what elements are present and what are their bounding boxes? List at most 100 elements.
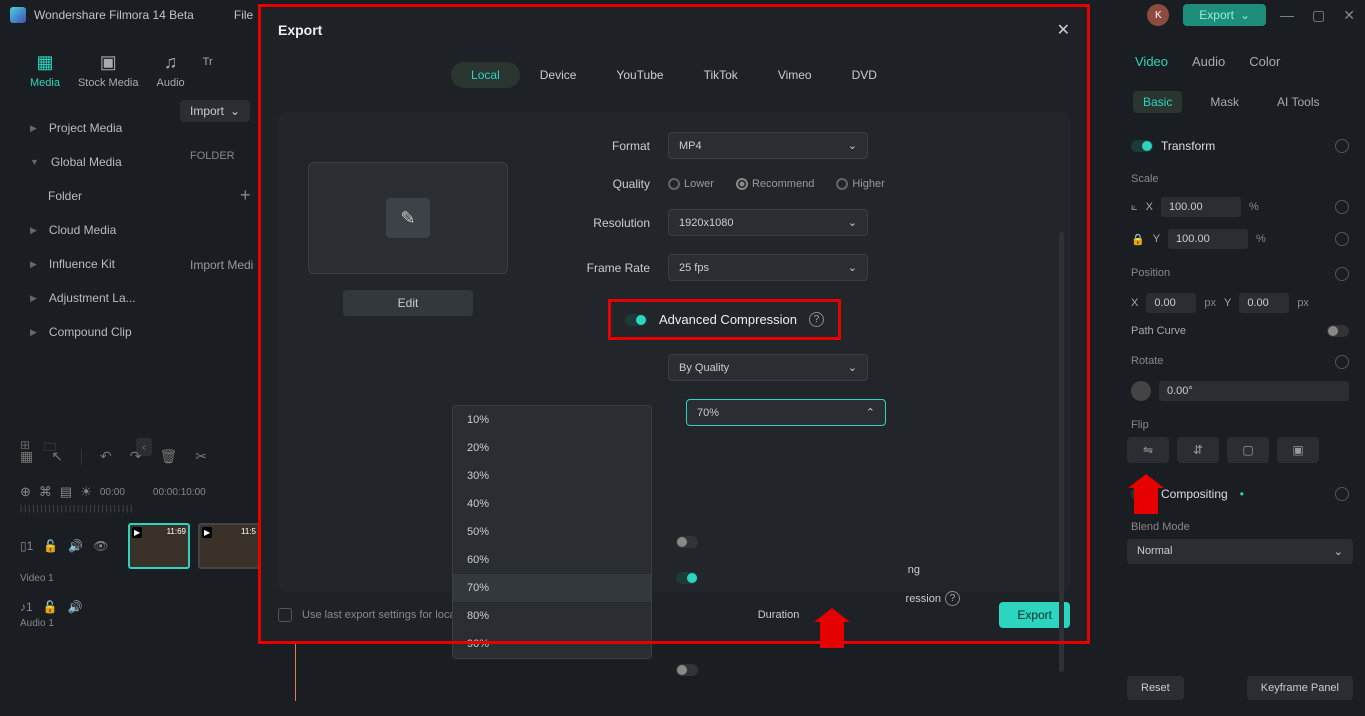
export-tab-youtube[interactable]: YouTube <box>596 62 683 88</box>
close-icon[interactable]: ✕ <box>1057 20 1070 40</box>
path-curve-toggle[interactable] <box>1327 325 1349 337</box>
time-ruler[interactable]: |||||||||||||||||||||||||||| <box>20 504 280 513</box>
dropdown-item[interactable]: 40% <box>453 490 651 518</box>
video-track-icon[interactable]: ▯1 <box>20 539 33 553</box>
reset-icon[interactable] <box>1335 355 1349 369</box>
export-tab-dvd[interactable]: DVD <box>832 62 897 88</box>
compression-mode-select[interactable]: By Quality⌄ <box>668 354 868 381</box>
avatar[interactable]: K <box>1147 4 1169 26</box>
eye-icon[interactable]: 👁 <box>93 539 108 553</box>
redo-icon[interactable]: ↷ <box>130 448 142 465</box>
rp-subtab-basic[interactable]: Basic <box>1133 91 1182 113</box>
bulb-icon[interactable]: ▤ <box>60 484 72 500</box>
export-tab-tiktok[interactable]: TikTok <box>684 62 758 88</box>
dropdown-item[interactable]: 10% <box>453 406 651 434</box>
lock-icon[interactable]: 🔓 <box>43 600 58 614</box>
frame-rate-select[interactable]: 25 fps⌄ <box>668 254 868 281</box>
menu-file[interactable]: File <box>234 8 253 22</box>
cut-icon[interactable]: ✂ <box>195 448 207 465</box>
reset-icon[interactable] <box>1335 200 1349 214</box>
export-button-top[interactable]: Export⌄ <box>1183 4 1266 26</box>
sidebar-item-adjustment-layer[interactable]: ▶Adjustment La... <box>20 281 240 315</box>
rp-tab-video[interactable]: Video <box>1135 54 1168 69</box>
dropdown-item[interactable]: 50% <box>453 518 651 546</box>
dropdown-item[interactable]: 80% <box>453 602 651 630</box>
scrollbar[interactable] <box>1059 232 1064 672</box>
quality-higher-radio[interactable]: Higher <box>836 178 884 190</box>
clip-thumbnail-2[interactable]: ▶11:5 <box>198 523 260 569</box>
rp-subtab-mask[interactable]: Mask <box>1200 91 1249 113</box>
resolution-select[interactable]: 1920x1080⌄ <box>668 209 868 236</box>
scale-x-input[interactable] <box>1161 197 1241 217</box>
lock-aspect-icon[interactable]: ⟀ <box>1131 201 1138 214</box>
dropdown-item[interactable]: 20% <box>453 434 651 462</box>
flip-btn-3-icon[interactable]: ▢ <box>1227 437 1269 463</box>
use-last-checkbox[interactable] <box>278 608 292 622</box>
reset-icon[interactable] <box>1335 139 1349 153</box>
audio-track-icon[interactable]: ♪1 <box>20 600 33 614</box>
help-icon[interactable]: ? <box>945 591 960 606</box>
reset-icon[interactable] <box>1335 487 1349 501</box>
scale-y-input[interactable] <box>1168 229 1248 249</box>
transform-toggle[interactable] <box>1131 140 1153 152</box>
tab-stock-media[interactable]: ▣Stock Media <box>78 52 139 89</box>
grid-icon[interactable]: ▦ <box>20 448 33 465</box>
quality-lower-radio[interactable]: Lower <box>668 178 714 190</box>
reset-icon[interactable] <box>1335 232 1349 246</box>
add-folder-icon[interactable]: + <box>240 185 251 206</box>
edit-button[interactable]: Edit <box>343 290 473 316</box>
export-tab-vimeo[interactable]: Vimeo <box>758 62 832 88</box>
mute-icon[interactable]: 🔊 <box>68 539 83 553</box>
trash-icon[interactable]: 🗑 <box>159 448 177 465</box>
sidebar-item-folder[interactable]: Folder <box>20 179 240 213</box>
tab-audio[interactable]: ♫Audio <box>157 52 185 89</box>
link-icon[interactable]: ⌘ <box>39 484 52 500</box>
export-tab-local[interactable]: Local <box>451 62 520 88</box>
undo-icon[interactable]: ↶ <box>100 448 112 465</box>
hidden-toggle-2[interactable] <box>676 572 698 584</box>
rp-tab-color[interactable]: Color <box>1249 54 1280 69</box>
import-media-label[interactable]: Import Medi <box>190 258 253 272</box>
dropdown-item[interactable]: 60% <box>453 546 651 574</box>
tab-truncated[interactable]: Tr <box>203 52 213 89</box>
lock-icon[interactable]: 🔒 <box>1131 233 1145 246</box>
help-icon[interactable]: ? <box>809 312 824 327</box>
quality-percent-select[interactable]: 70%⌃ <box>686 399 886 426</box>
rotate-dial[interactable] <box>1131 381 1151 401</box>
clip-thumbnail-1[interactable]: ▶11:69 <box>128 523 190 569</box>
quality-recommend-radio[interactable]: Recommend <box>736 178 814 190</box>
flip-btn-4-icon[interactable]: ▣ <box>1277 437 1319 463</box>
keyframe-panel-button[interactable]: Keyframe Panel <box>1247 676 1353 700</box>
rp-subtab-ai[interactable]: AI Tools <box>1267 91 1329 113</box>
rp-tab-audio[interactable]: Audio <box>1192 54 1225 69</box>
tab-media[interactable]: ▦Media <box>30 52 60 89</box>
maximize-icon[interactable]: ▢ <box>1312 7 1325 24</box>
blend-mode-select[interactable]: Normal⌄ <box>1127 539 1353 564</box>
dropdown-item[interactable]: 30% <box>453 462 651 490</box>
pos-x-input[interactable] <box>1146 293 1196 313</box>
close-icon[interactable]: ✕ <box>1343 7 1355 24</box>
hidden-toggle-1[interactable] <box>676 536 698 548</box>
sidebar-item-cloud-media[interactable]: ▶Cloud Media <box>20 213 240 247</box>
add-track-icon[interactable]: ⊕ <box>20 484 31 500</box>
lock-icon[interactable]: 🔓 <box>43 539 58 553</box>
sidebar-item-compound-clip[interactable]: ▶Compound Clip <box>20 315 240 349</box>
hidden-toggle-3[interactable] <box>676 664 698 676</box>
path-curve-label: Path Curve <box>1131 325 1186 337</box>
import-dropdown[interactable]: Import⌄ <box>180 100 250 122</box>
pos-y-input[interactable] <box>1239 293 1289 313</box>
reset-icon[interactable] <box>1335 267 1349 281</box>
flip-horizontal-icon[interactable]: ⇋ <box>1127 437 1169 463</box>
reset-button[interactable]: Reset <box>1127 676 1184 700</box>
mute-icon[interactable]: 🔊 <box>68 600 83 614</box>
rotate-input[interactable] <box>1159 381 1349 401</box>
advanced-compression-toggle[interactable] <box>625 314 647 326</box>
cursor-icon[interactable]: ↖ <box>51 448 63 465</box>
flip-vertical-icon[interactable]: ⇵ <box>1177 437 1219 463</box>
sun-icon[interactable]: ☀ <box>80 484 92 500</box>
minimize-icon[interactable]: — <box>1280 7 1294 24</box>
dropdown-item[interactable]: 70% <box>453 574 651 602</box>
export-tab-device[interactable]: Device <box>520 62 597 88</box>
dropdown-item[interactable]: 90% <box>453 630 651 658</box>
format-select[interactable]: MP4⌄ <box>668 132 868 159</box>
